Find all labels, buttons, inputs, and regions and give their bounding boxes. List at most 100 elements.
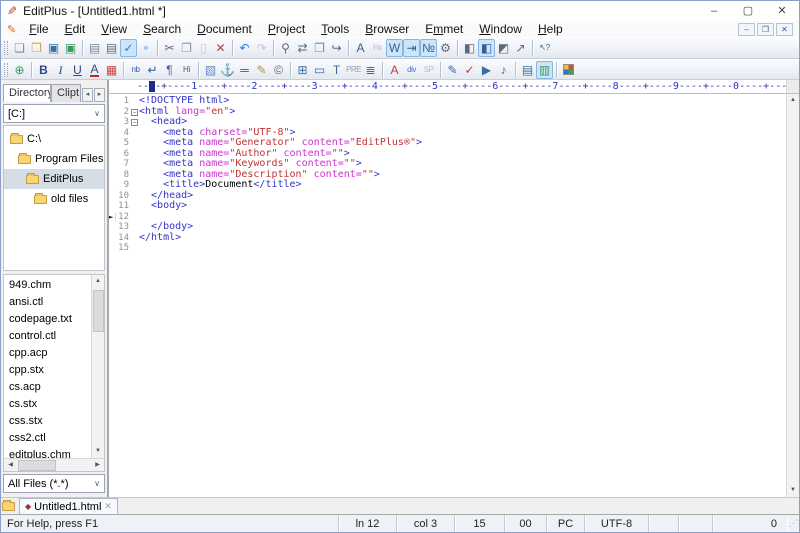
tab-close-icon[interactable]: ✕ — [104, 501, 112, 512]
insert-music-button[interactable]: ♪ — [495, 61, 512, 79]
resize-grip-icon[interactable]: ⋰ — [789, 518, 798, 529]
special-character-button[interactable]: © — [270, 61, 287, 79]
insert-image-button[interactable]: ▧ — [202, 61, 219, 79]
tab-directory[interactable]: Directory — [3, 84, 51, 102]
view-source-button[interactable]: ‹› — [137, 39, 154, 57]
file-list-item[interactable]: editplus.chm — [4, 447, 91, 458]
file-list-item[interactable]: css.stx — [4, 413, 91, 430]
menu-project[interactable]: Project — [261, 22, 312, 36]
browser-sync-button[interactable]: ✓ — [120, 39, 137, 57]
paragraph-button[interactable]: ¶ — [161, 61, 178, 79]
tree-item-editplus[interactable]: EditPlus — [4, 169, 104, 189]
print-button[interactable]: ▤ — [103, 39, 120, 57]
toggle-output-window-button[interactable]: ◩ — [495, 39, 512, 57]
maximize-button[interactable]: ▢ — [731, 1, 765, 21]
toolbar-grip[interactable] — [4, 63, 8, 77]
span-tag-button[interactable]: A — [386, 61, 403, 79]
code-editor[interactable]: 1<!DOCTYPE html>2−<html lang="en">3− <he… — [109, 94, 786, 497]
text-field-button[interactable]: T — [328, 61, 345, 79]
toggle-cliptext-window-button[interactable]: ◧ — [478, 39, 495, 57]
tab-cliptext[interactable]: Clipt — [51, 84, 81, 102]
scroll-left-icon[interactable]: ◀ — [4, 459, 17, 472]
tree-item-old-files[interactable]: old files — [4, 189, 104, 209]
file-filter-select[interactable]: All Files (*.*) ∨ — [3, 474, 105, 493]
scrollbar-thumb[interactable] — [18, 460, 56, 471]
print-preview-button[interactable]: ▤ — [86, 39, 103, 57]
word-wrap-button[interactable]: W — [386, 39, 403, 57]
save-button[interactable]: ▣ — [45, 39, 62, 57]
minimize-button[interactable]: – — [697, 1, 731, 21]
tab-scroll-right-button[interactable]: ▸ — [94, 88, 105, 102]
menu-window[interactable]: Window — [472, 22, 529, 36]
font-color-button[interactable]: A — [86, 61, 103, 79]
toggle-panel-button[interactable]: ▥ — [536, 61, 553, 79]
non-breaking-space-button[interactable]: nb — [127, 61, 144, 79]
pre-tag-button[interactable]: PRE — [345, 61, 362, 79]
tree-item-c[interactable]: C:\ — [4, 129, 104, 149]
file-list-item[interactable]: cs.acp — [4, 379, 91, 396]
copy-button[interactable]: ❐ — [178, 39, 195, 57]
tree-item-program-files[interactable]: Program Files — [4, 149, 104, 169]
delete-button[interactable]: ✕ — [212, 39, 229, 57]
menu-edit[interactable]: Edit — [58, 22, 93, 36]
save-all-button[interactable]: ▣ — [62, 39, 79, 57]
file-list-item[interactable]: ansi.ctl — [4, 294, 91, 311]
insert-table-button[interactable]: ⊞ — [294, 61, 311, 79]
mdi-close-button[interactable]: ✕ — [776, 23, 793, 36]
menu-emmet[interactable]: Emmet — [418, 22, 470, 36]
scroll-up-icon[interactable]: ▲ — [92, 275, 105, 288]
file-list-item[interactable]: css2.ctl — [4, 430, 91, 447]
div-tag-button[interactable]: div — [403, 61, 420, 79]
open-file-button[interactable]: ❒ — [28, 39, 45, 57]
indent-guide-button[interactable]: ⇥ — [403, 39, 420, 57]
file-list-item[interactable]: cpp.stx — [4, 362, 91, 379]
italic-button[interactable]: I — [52, 61, 69, 79]
undo-button[interactable]: ↶ — [236, 39, 253, 57]
windows-colors-button[interactable] — [560, 61, 577, 79]
code-fold-icon[interactable]: − — [131, 119, 138, 126]
scroll-right-icon[interactable]: ▶ — [91, 459, 104, 472]
scroll-down-icon[interactable]: ▼ — [92, 445, 105, 458]
scroll-down-icon[interactable]: ▼ — [787, 484, 800, 497]
file-list[interactable]: 949.chmansi.ctlcodepage.txtcontrol.ctlcp… — [4, 275, 91, 458]
toggle-listbox-button[interactable]: ▤ — [519, 61, 536, 79]
line-numbers-button[interactable]: № — [420, 39, 437, 57]
replace-button[interactable]: ⇄ — [294, 39, 311, 57]
script-editor-button[interactable]: ✎ — [444, 61, 461, 79]
menu-view[interactable]: View — [94, 22, 134, 36]
file-list-item[interactable]: 949.chm — [4, 277, 91, 294]
document-tab-untitled1[interactable]: ◆ Untitled1.html ✕ — [19, 498, 118, 514]
toggle-directory-window-button[interactable]: ◧ — [461, 39, 478, 57]
file-list-item[interactable]: cpp.acp — [4, 345, 91, 362]
file-list-item[interactable]: codepage.txt — [4, 311, 91, 328]
find-button[interactable]: ⚲ — [277, 39, 294, 57]
close-button[interactable]: ✕ — [765, 1, 799, 21]
tab-scroll-left-button[interactable]: ◂ — [82, 88, 93, 102]
drive-select[interactable]: [C:] ∨ — [3, 104, 105, 123]
anchor-button[interactable]: ⚓ — [219, 61, 236, 79]
menu-tools[interactable]: Tools — [314, 22, 356, 36]
find-in-files-button[interactable]: ❒ — [311, 39, 328, 57]
edit-tag-button[interactable]: ✎ — [253, 61, 270, 79]
color-picker-button[interactable]: ▦ — [103, 61, 120, 79]
file-list-vertical-scrollbar[interactable]: ▲ ▼ — [91, 275, 104, 458]
menu-file[interactable]: File — [22, 22, 55, 36]
context-help-button[interactable]: ↖? — [536, 39, 553, 57]
scroll-up-icon[interactable]: ▲ — [787, 94, 800, 107]
mdi-restore-button[interactable]: ❐ — [757, 23, 774, 36]
folder-tree[interactable]: C:\Program FilesEditPlusold files — [3, 125, 105, 271]
file-list-item[interactable]: control.ctl — [4, 328, 91, 345]
underline-button[interactable]: U — [69, 61, 86, 79]
menu-help[interactable]: Help — [531, 22, 570, 36]
full-screen-button[interactable]: ↗ — [512, 39, 529, 57]
set-font-button[interactable]: A — [352, 39, 369, 57]
scrollbar-thumb[interactable] — [93, 290, 104, 332]
spell-check-button[interactable]: ✓ — [461, 61, 478, 79]
go-to-line-button[interactable]: ↪ — [328, 39, 345, 57]
cut-button[interactable]: ✂ — [161, 39, 178, 57]
editor-vertical-scrollbar[interactable]: ▲ ▼ — [786, 94, 799, 497]
browser-preview-button[interactable]: ⊕ — [11, 61, 28, 79]
file-list-item[interactable]: cs.stx — [4, 396, 91, 413]
media-player-button[interactable]: ▶ — [478, 61, 495, 79]
toolbar-grip[interactable] — [4, 41, 8, 55]
